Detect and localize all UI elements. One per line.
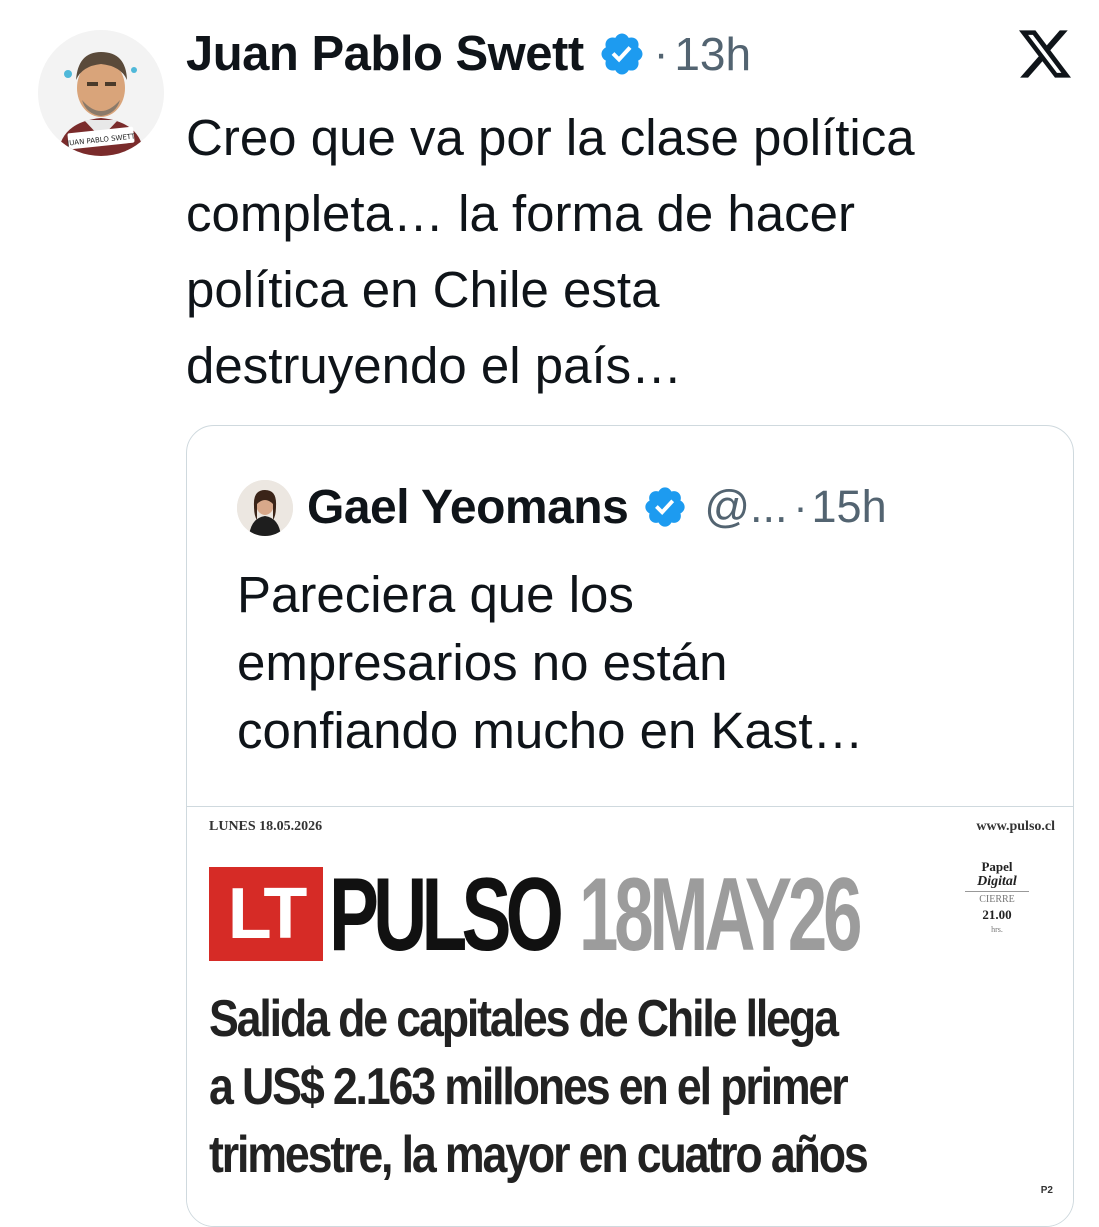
tweet-text: Creo que va por la clase política comple…: [186, 100, 1066, 404]
quoted-author-name[interactable]: Gael Yeomans: [307, 480, 629, 535]
quoted-header: Gael Yeomans @... · 15h: [307, 476, 887, 538]
newspaper-date: LUNES 18.05.2026: [209, 819, 323, 834]
quoted-avatar-illustration: [237, 480, 293, 536]
quoted-text-line: confiando mucho en Kast…: [237, 702, 864, 759]
quoted-tweet-text: Pareciera que los empresarios no están c…: [237, 561, 1037, 765]
headline-line: trimestre, la mayor en cuatro años: [209, 1126, 869, 1184]
headline-line: Salida de capitales de Chile llega: [209, 990, 839, 1048]
quoted-tweet-card[interactable]: Gael Yeomans @... · 15h Pareciera que lo…: [186, 425, 1074, 1227]
quoted-text-line: empresarios no están: [237, 634, 728, 691]
verified-badge-icon: [601, 33, 643, 75]
header-separator: ·: [653, 29, 669, 78]
tweet-text-line: Creo que va por la clase política: [186, 109, 915, 166]
author-avatar[interactable]: JUAN PABLO SWETT: [38, 30, 164, 156]
headline-line: a US$ 2.163 millones en el primer: [209, 1058, 849, 1116]
edition-line: Papel: [981, 859, 1013, 874]
edition-unit: hrs.: [991, 925, 1003, 934]
edition-badge: Papel Digital CIERRE 21.00 hrs.: [965, 859, 1029, 937]
edition-time: 21.00: [982, 907, 1012, 922]
quoted-text-line: Pareciera que los: [237, 566, 634, 623]
newspaper-masthead: PULSO: [329, 857, 564, 973]
quoted-header-separator: ·: [793, 483, 808, 530]
tweet-text-line: política en Chile esta: [186, 261, 660, 318]
tweet-text-line: destruyendo el país…: [186, 337, 683, 394]
x-logo-icon[interactable]: [1016, 28, 1074, 80]
edition-line: Digital: [977, 874, 1017, 889]
quoted-author-handle[interactable]: @...: [704, 481, 787, 533]
newspaper-headline: Salida de capitales de Chile llega a US$…: [209, 985, 1069, 1189]
edition-line: CIERRE: [965, 891, 1029, 907]
quoted-timestamp[interactable]: 15h: [812, 481, 887, 533]
newspaper-logo-mark: LT: [209, 867, 323, 961]
tweet-text-line: completa… la forma de hacer: [186, 185, 855, 242]
quoted-author-avatar[interactable]: [237, 480, 293, 536]
verified-badge-icon: [645, 487, 685, 527]
tweet-timestamp[interactable]: 13h: [674, 27, 751, 81]
author-avatar-illustration: JUAN PABLO SWETT: [38, 30, 164, 156]
newspaper-page-number: P2: [1040, 1185, 1053, 1196]
author-name[interactable]: Juan Pablo Swett: [186, 26, 584, 82]
newspaper-masthead-date: 18MAY26: [579, 857, 863, 973]
quoted-media-image[interactable]: LUNES 18.05.2026 www.pulso.cl LT PULSO 1…: [187, 806, 1073, 1226]
newspaper-url: www.pulso.cl: [976, 819, 1055, 834]
tweet-header: Juan Pablo Swett · 13h: [186, 22, 751, 86]
